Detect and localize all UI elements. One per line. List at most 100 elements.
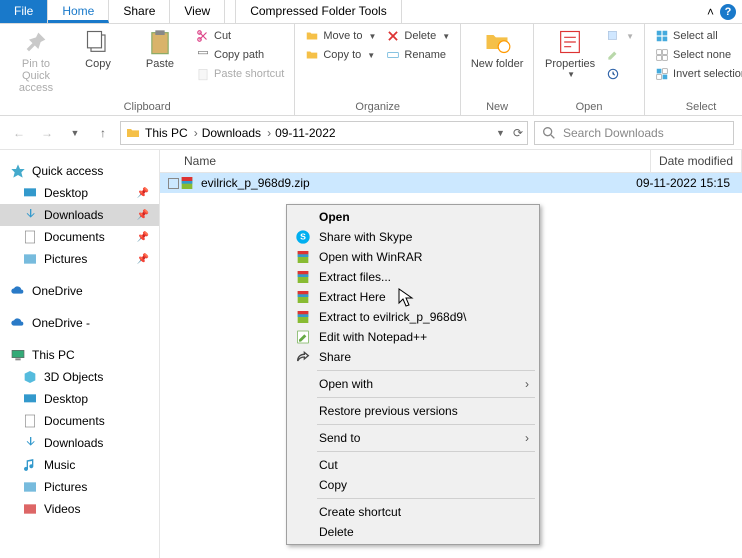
row-checkbox[interactable] [168,178,179,189]
ctx-extract-to[interactable]: Extract to evilrick_p_968d9\ [289,307,537,327]
copy-path-button[interactable]: Copy path [192,47,288,63]
tab-share[interactable]: Share [109,0,170,23]
pin-label: Pin to Quick access [8,58,64,94]
history-icon [606,67,620,81]
cloud-icon [10,283,26,299]
delete-button[interactable]: Delete▼ [382,28,454,44]
chevron-down-icon: ▼ [368,32,376,41]
up-button[interactable]: ↑ [92,122,114,144]
history-small-button[interactable] [602,66,638,82]
sidebar-quick-access[interactable]: Quick access [0,160,159,182]
breadcrumb-folder[interactable]: 09-11-2022 [275,126,342,140]
address-bar[interactable]: This PC Downloads 09-11-2022 ▼ ⟳ [120,121,528,145]
sidebar-item-label: Desktop [44,186,88,200]
group-new-label: New [467,99,527,115]
sidebar-thispc[interactable]: This PC [0,344,159,366]
breadcrumb-thispc[interactable]: This PC [145,126,198,140]
new-folder-button[interactable]: New folder [467,26,527,72]
copy-to-button[interactable]: Copy to▼ [301,47,380,63]
sidebar-onedrive[interactable]: OneDrive [0,280,159,302]
sidebar-item-pc-desktop[interactable]: Desktop [0,388,159,410]
group-clipboard: Pin to Quick access Copy Paste Cut Copy … [0,24,295,115]
sidebar-item-pc-pictures[interactable]: Pictures [0,476,159,498]
sidebar-item-label: 3D Objects [44,370,103,384]
ctx-copy[interactable]: Copy [289,475,537,495]
address-dropdown-icon[interactable]: ▼ [496,128,505,138]
folder-icon [125,125,141,141]
ctx-cut[interactable]: Cut [289,455,537,475]
invert-selection-button[interactable]: Invert selection [651,66,742,82]
select-none-button[interactable]: Select none [651,47,742,63]
ctx-share[interactable]: Share [289,347,537,367]
sidebar-item-pictures[interactable]: Pictures📌 [0,248,159,270]
window-controls: ˄ ? [701,0,742,23]
group-organize-label: Organize [301,99,454,115]
ctx-label: Cut [319,458,338,472]
tab-view[interactable]: View [170,0,225,23]
edit-small-button[interactable] [602,47,638,63]
help-icon[interactable]: ? [720,4,736,20]
pin-quick-access-button[interactable]: Pin to Quick access [6,26,66,96]
folder-move-icon [305,29,319,43]
sidebar-item-pc-downloads[interactable]: Downloads [0,432,159,454]
ctx-label: Extract files... [319,270,391,284]
ctx-extract-files[interactable]: Extract files... [289,267,537,287]
pin-icon [22,28,50,56]
sidebar-item-videos[interactable]: Videos [0,498,159,520]
pin-icon: 📌 [137,188,149,199]
ctx-open[interactable]: Open [289,207,537,227]
refresh-icon[interactable]: ⟳ [513,126,523,140]
ctx-open-winrar[interactable]: Open with WinRAR [289,247,537,267]
ribbon-collapse-icon[interactable]: ˄ [707,5,714,19]
context-menu: Open SShare with Skype Open with WinRAR … [286,204,540,545]
notepadpp-icon [295,329,311,345]
move-to-button[interactable]: Move to ▼ [301,28,380,44]
thispc-label: This PC [32,348,75,362]
column-date[interactable]: Date modified [651,150,742,172]
copy-button[interactable]: Copy [68,26,128,72]
recent-locations-button[interactable]: ▼ [64,122,86,144]
back-button[interactable]: ← [8,122,30,144]
ctx-send-to[interactable]: Send to› [289,428,537,448]
sidebar-item-3dobjects[interactable]: 3D Objects [0,366,159,388]
group-clipboard-label: Clipboard [6,99,288,115]
tab-home[interactable]: Home [48,0,109,23]
rename-button[interactable]: Rename [382,47,454,63]
select-none-label: Select none [673,49,731,61]
select-all-button[interactable]: Select all [651,28,742,44]
paste-shortcut-icon [196,67,210,81]
sidebar-item-downloads[interactable]: Downloads📌 [0,204,159,226]
delete-x-icon [386,29,400,43]
ctx-label: Share [319,350,351,364]
move-to-label: Move to [323,30,362,42]
pin-icon: 📌 [137,210,149,221]
tab-compressed-tools[interactable]: Compressed Folder Tools [235,0,402,23]
column-name[interactable]: Name [176,150,651,172]
file-row[interactable]: evilrick_p_968d9.zip 09-11-2022 15:15 [160,173,742,193]
breadcrumb-downloads[interactable]: Downloads [202,126,271,140]
sidebar-onedrive2[interactable]: OneDrive - [0,312,159,334]
sidebar-item-desktop[interactable]: Desktop 📌 [0,182,159,204]
ctx-edit-notepad[interactable]: Edit with Notepad++ [289,327,537,347]
ctx-create-shortcut[interactable]: Create shortcut [289,502,537,522]
cut-button[interactable]: Cut [192,28,288,44]
paste-button[interactable]: Paste [130,26,190,72]
ctx-restore-versions[interactable]: Restore previous versions [289,401,537,421]
sidebar-item-pc-documents[interactable]: Documents [0,410,159,432]
forward-button[interactable]: → [36,122,58,144]
sidebar-item-music[interactable]: Music [0,454,159,476]
tab-file[interactable]: File [0,0,48,23]
ctx-open-with[interactable]: Open with› [289,374,537,394]
properties-button[interactable]: Properties▼ [540,26,600,81]
search-input[interactable]: Search Downloads [534,121,734,145]
delete-label: Delete [404,30,436,42]
paste-shortcut-button[interactable]: Paste shortcut [192,66,288,82]
chevron-right-icon: › [525,377,529,391]
ctx-delete[interactable]: Delete [289,522,537,542]
open-small-button[interactable]: ▼ [602,28,638,44]
sidebar-item-documents[interactable]: Documents📌 [0,226,159,248]
ctx-separator [317,370,535,371]
ctx-share-skype[interactable]: SShare with Skype [289,227,537,247]
group-open: Properties▼ ▼ Open [534,24,645,115]
properties-label: Properties [545,58,595,70]
